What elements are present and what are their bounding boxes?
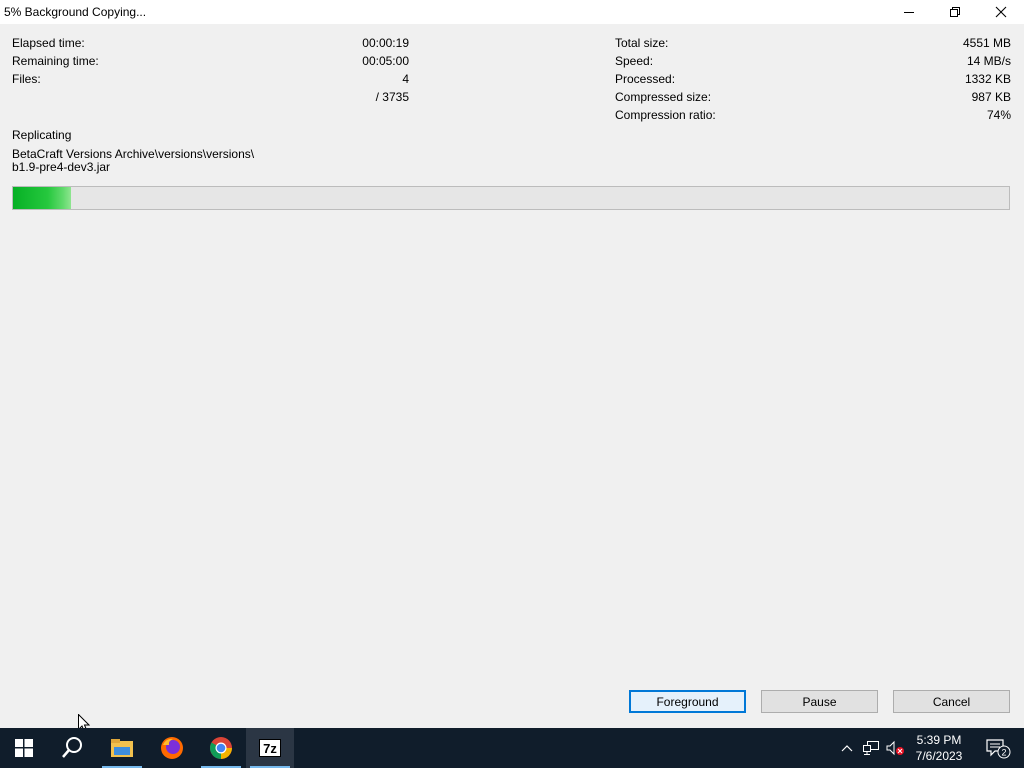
current-file-path: BetaCraft Versions Archive\versions\vers… [12, 148, 254, 174]
taskbar-clock[interactable]: 5:39 PM 7/6/2023 [906, 732, 972, 764]
speed-label: Speed: [615, 54, 654, 68]
volume-tray[interactable] [884, 728, 906, 768]
window-title: 5% Background Copying... [4, 5, 147, 19]
total-size-label: Total size: [615, 36, 669, 50]
remaining-time-label: Remaining time: [12, 54, 99, 68]
clock-date: 7/6/2023 [915, 749, 963, 763]
speed-value: 14 MB/s [966, 54, 1011, 68]
elapsed-time-label: Elapsed time: [12, 36, 85, 50]
chrome-icon [210, 737, 232, 759]
network-icon [863, 741, 879, 755]
close-icon [995, 6, 1007, 18]
foreground-button[interactable]: Foreground [629, 690, 746, 713]
restore-button[interactable] [932, 0, 978, 24]
search-button[interactable] [48, 728, 96, 768]
compressed-size-value: 987 KB [971, 90, 1011, 104]
processed-value: 1332 KB [964, 72, 1011, 86]
cancel-button[interactable]: Cancel [893, 690, 1010, 713]
progress-fill [13, 187, 71, 209]
notification-count: 2 [1001, 748, 1006, 758]
action-center-button[interactable]: 2 [978, 728, 1018, 768]
pause-button[interactable]: Pause [761, 690, 878, 713]
7zip-label: 7z [263, 740, 277, 756]
clock-time: 5:39 PM [916, 733, 962, 747]
chevron-up-icon [841, 745, 853, 752]
restore-icon [950, 7, 960, 17]
compression-ratio-label: Compression ratio: [615, 108, 716, 122]
minimize-button[interactable] [886, 0, 932, 24]
taskbar-7zip[interactable]: 7z [246, 728, 294, 768]
file-path-line2: b1.9-pre4-dev3.jar [12, 160, 111, 174]
start-button[interactable] [0, 728, 48, 768]
elapsed-time-value: 00:00:19 [362, 36, 409, 50]
firefox-icon [161, 737, 183, 759]
taskbar: 7z 5:39 PM 7/6/2023 2 [0, 728, 1024, 768]
show-hidden-icons-button[interactable] [836, 728, 858, 768]
taskbar-chrome[interactable] [197, 728, 245, 768]
network-tray[interactable] [860, 728, 882, 768]
compression-ratio-value: 74% [986, 108, 1011, 122]
taskbar-file-explorer[interactable] [98, 728, 146, 768]
progress-bar [12, 186, 1010, 210]
operation-stage: Replicating [12, 128, 72, 142]
files-label: Files: [12, 72, 41, 86]
taskbar-firefox[interactable] [148, 728, 196, 768]
file-explorer-icon [111, 739, 133, 757]
minimize-icon [904, 12, 914, 13]
total-size-value: 4551 MB [962, 36, 1011, 50]
files-total: / 3735 [375, 90, 409, 104]
files-value: 4 [402, 72, 409, 86]
7zip-icon: 7z [259, 739, 281, 757]
volume-muted-icon [886, 740, 904, 756]
windows-start-icon [15, 739, 33, 757]
compressed-size-label: Compressed size: [615, 90, 712, 104]
remaining-time-value: 00:05:00 [362, 54, 409, 68]
search-icon [62, 737, 82, 758]
notification-icon: 2 [986, 739, 1011, 759]
processed-label: Processed: [615, 72, 676, 86]
title-bar: 5% Background Copying... [0, 0, 1024, 24]
close-button[interactable] [978, 0, 1024, 24]
